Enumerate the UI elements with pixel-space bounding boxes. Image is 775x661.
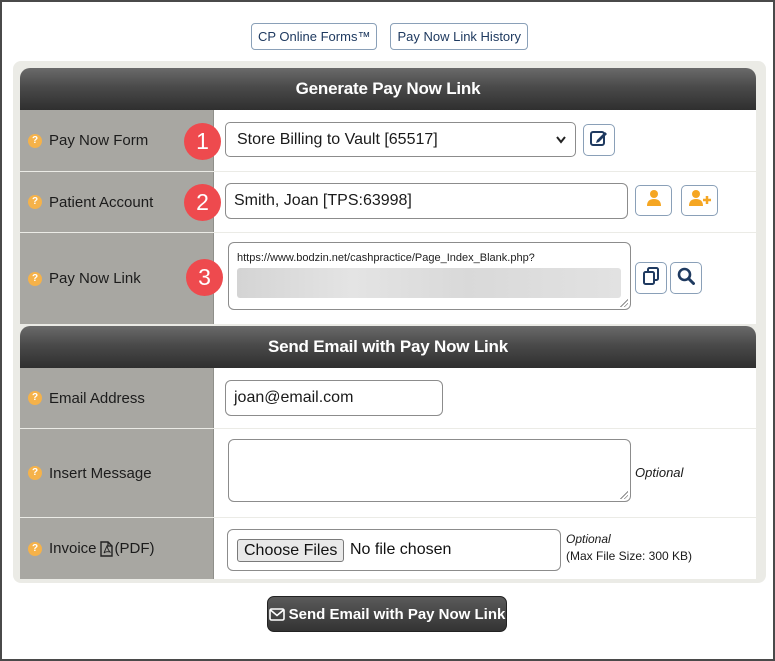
patient-account-value: Smith, Joan [TPS:63998] — [234, 192, 412, 209]
value-cell: joan@email.com — [214, 368, 756, 428]
help-icon[interactable]: ? — [28, 133, 42, 148]
value-cell: Store Billing to Vault [65517] — [214, 110, 756, 171]
value-cell: Optional — [214, 429, 756, 517]
help-icon[interactable]: ? — [28, 195, 42, 209]
edit-form-button[interactable] — [583, 124, 615, 156]
invoice-file-input[interactable]: Choose Files No file chosen — [227, 529, 561, 571]
email-field[interactable]: joan@email.com — [225, 380, 443, 416]
resize-handle[interactable] — [620, 491, 628, 499]
row-pay-now-form: ? Pay Now Form Store Billing to Vault [6… — [20, 110, 756, 171]
label-cell: ? Invoice (PDF) — [20, 518, 214, 579]
section-header-generate: Generate Pay Now Link — [20, 68, 756, 110]
copy-link-button[interactable] — [635, 262, 667, 294]
patient-account-label: Patient Account — [49, 193, 154, 211]
add-patient-button[interactable] — [681, 185, 718, 216]
row-invoice: ? Invoice (PDF) Choose Files No file cho… — [20, 518, 756, 579]
pdf-icon — [99, 540, 113, 557]
select-value: Store Billing to Vault [65517] — [237, 131, 438, 148]
invoice-optional-note: Optional — [566, 532, 611, 546]
email-value: joan@email.com — [234, 389, 354, 406]
value-cell: Smith, Joan [TPS:63998] — [214, 172, 756, 232]
help-icon[interactable]: ? — [28, 466, 42, 480]
value-cell: https://www.bodzin.net/cashpractice/Page… — [214, 233, 756, 324]
copy-icon — [642, 266, 660, 290]
redacted-link-token — [237, 268, 621, 298]
select-patient-button[interactable] — [635, 185, 672, 216]
help-icon[interactable]: ? — [28, 271, 42, 286]
pay-now-link-label: Pay Now Link — [49, 270, 141, 287]
resize-handle[interactable] — [620, 299, 628, 307]
add-person-icon — [688, 189, 712, 212]
pay-now-link-textarea[interactable]: https://www.bodzin.net/cashpractice/Page… — [228, 242, 631, 310]
row-pay-now-link: ? Pay Now Link https://www.bodzin.net/ca… — [20, 233, 756, 324]
pay-now-link-url: https://www.bodzin.net/cashpractice/Page… — [237, 252, 535, 264]
send-email-label: Send Email with Pay Now Link — [288, 605, 506, 623]
person-icon — [645, 189, 663, 212]
window-frame: CP Online Forms™ Pay Now Link History Ge… — [0, 0, 775, 661]
invoice-max-size-note: (Max File Size: 300 KB) — [566, 549, 693, 563]
envelope-icon — [268, 607, 285, 621]
chevron-down-icon — [555, 123, 567, 170]
value-cell: Choose Files No file chosen Optional (Ma… — [214, 518, 756, 579]
row-email-address: ? Email Address joan@email.com — [20, 368, 756, 428]
pay-now-link-history-button[interactable]: Pay Now Link History — [390, 23, 528, 50]
step-badge-2: 2 — [184, 184, 221, 221]
label-cell: ? Pay Now Link — [20, 233, 214, 324]
message-optional-note: Optional — [635, 465, 684, 480]
step-badge-1: 1 — [184, 123, 221, 160]
patient-account-input[interactable]: Smith, Joan [TPS:63998] — [225, 183, 628, 219]
choose-files-button[interactable]: Choose Files — [237, 539, 345, 562]
edit-icon — [589, 129, 609, 152]
preview-link-button[interactable] — [670, 262, 702, 294]
step-badge-3: 3 — [186, 259, 223, 296]
message-textarea[interactable] — [228, 439, 631, 502]
row-insert-message: ? Insert Message Optional — [20, 429, 756, 517]
help-icon[interactable]: ? — [28, 541, 42, 556]
section-header-send-email: Send Email with Pay Now Link — [20, 326, 756, 368]
help-icon[interactable]: ? — [28, 391, 42, 405]
label-cell: ? Email Address — [20, 368, 214, 428]
cp-online-forms-button[interactable]: CP Online Forms™ — [250, 23, 378, 50]
label-cell: ? Insert Message — [20, 429, 214, 517]
row-patient-account: ? Patient Account Smith, Joan [TPS:63998… — [20, 172, 756, 232]
insert-message-label: Insert Message — [49, 464, 152, 482]
email-address-label: Email Address — [49, 389, 145, 407]
file-status: No file chosen — [350, 541, 452, 558]
search-icon — [677, 267, 695, 290]
invoice-label: Invoice — [49, 540, 97, 557]
invoice-label-suffix: (PDF) — [114, 540, 155, 557]
top-links: CP Online Forms™ Pay Now Link History — [2, 23, 775, 50]
pay-now-form-label: Pay Now Form — [49, 132, 149, 149]
send-email-button[interactable]: Send Email with Pay Now Link — [267, 596, 507, 632]
pay-now-form-select[interactable]: Store Billing to Vault [65517] — [225, 122, 576, 157]
